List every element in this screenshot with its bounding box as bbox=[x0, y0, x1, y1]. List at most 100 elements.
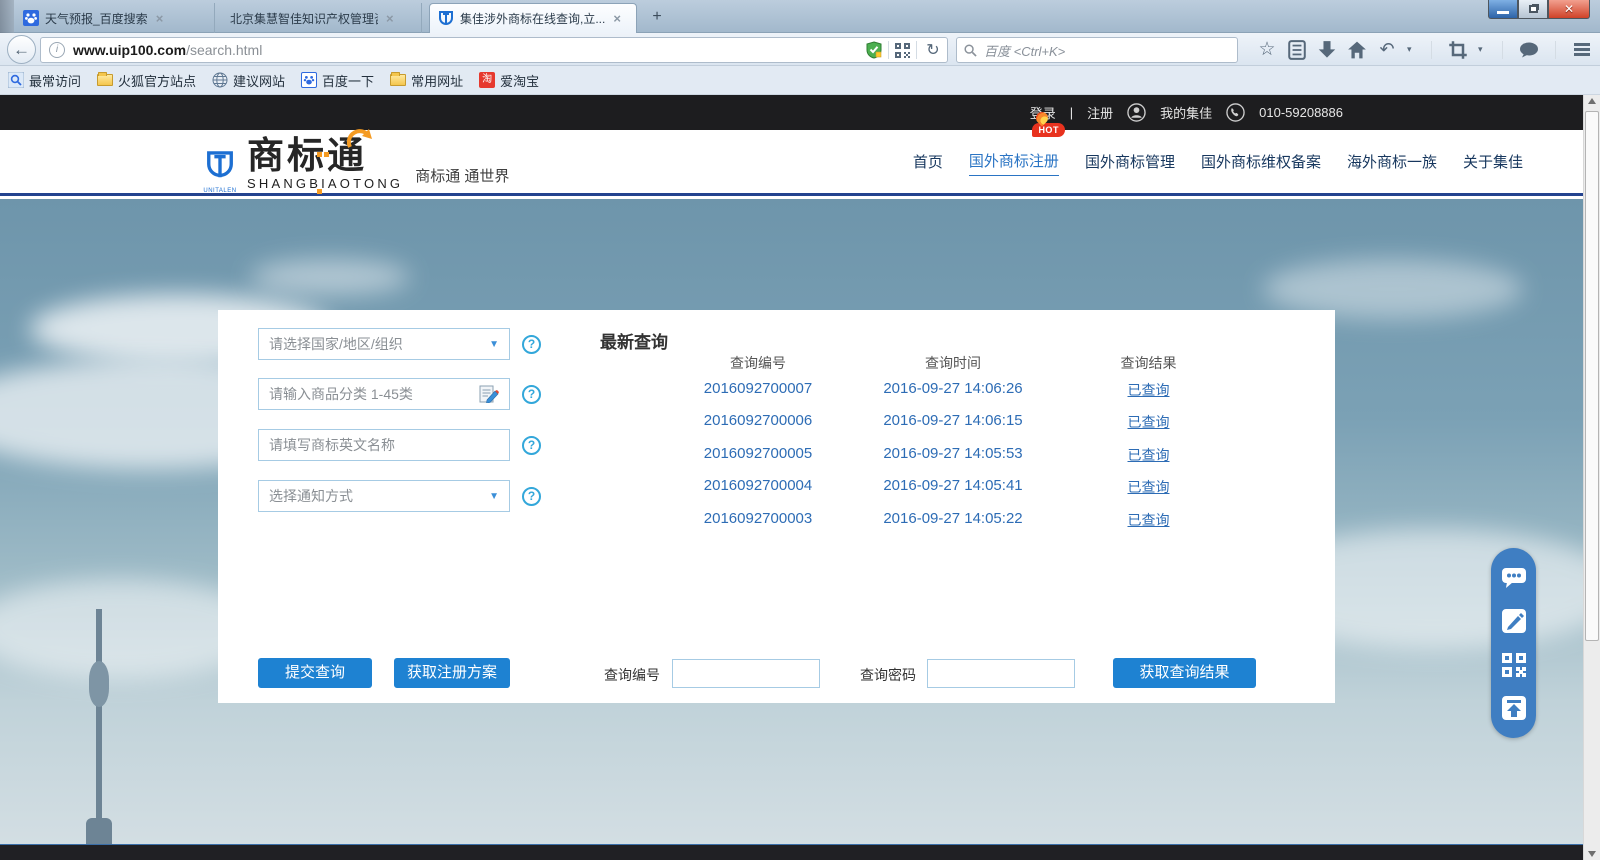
site-topbar: 登录 | 注册 我的集佳 010-59208886 bbox=[0, 95, 1583, 130]
nav-foreign-trademark-registration[interactable]: 国外商标注册 HOT bbox=[969, 150, 1059, 176]
vertical-scrollbar[interactable] bbox=[1583, 95, 1600, 860]
query-id: 2016092700004 bbox=[673, 477, 843, 494]
url-path: /search.html bbox=[186, 42, 262, 58]
queried-link[interactable]: 已查询 bbox=[1128, 447, 1170, 463]
queried-link[interactable]: 已查询 bbox=[1128, 382, 1170, 398]
register-link[interactable]: 注册 bbox=[1087, 103, 1113, 122]
bookmark-suggested-sites[interactable]: 建议网站 bbox=[212, 71, 285, 90]
scroll-up-icon[interactable] bbox=[1588, 98, 1596, 104]
query-time: 2016-09-27 14:05:41 bbox=[858, 477, 1048, 494]
submit-query-button[interactable]: 提交查询 bbox=[258, 658, 372, 688]
window-controls: ✕ bbox=[1488, 0, 1590, 19]
recent-queries-title: 最新查询 bbox=[600, 328, 668, 353]
class-input[interactable]: 请输入商品分类 1-45类 bbox=[258, 378, 510, 410]
tab-close-icon[interactable]: × bbox=[613, 11, 621, 26]
back-to-top-icon[interactable] bbox=[1501, 695, 1527, 721]
bookmarks-list-icon[interactable] bbox=[1287, 40, 1307, 60]
notify-help-icon[interactable]: ? bbox=[522, 487, 541, 506]
page-info-icon[interactable]: i bbox=[49, 42, 65, 58]
menu-hamburger-icon[interactable] bbox=[1572, 40, 1592, 60]
screenshot-tool-icon[interactable] bbox=[1448, 40, 1468, 60]
column-header-id: 查询编号 bbox=[673, 353, 843, 373]
main-nav: 首页 国外商标注册 HOT 国外商标管理 国外商标维权备案 海外商标一族 关于集… bbox=[913, 130, 1523, 196]
chat-bubble-icon[interactable] bbox=[1519, 40, 1539, 60]
queried-link[interactable]: 已查询 bbox=[1128, 512, 1170, 528]
topbar-divider: | bbox=[1070, 105, 1073, 120]
nav-overseas-trademark-family[interactable]: 海外商标一族 bbox=[1347, 151, 1437, 176]
tools-dropdown-icon[interactable]: ▾ bbox=[1478, 44, 1486, 55]
nav-about-unitalen[interactable]: 关于集佳 bbox=[1463, 151, 1523, 176]
nav-rights-protection-filing[interactable]: 国外商标维权备案 bbox=[1201, 151, 1321, 176]
query-status: 已查询 bbox=[1086, 445, 1211, 465]
nav-home[interactable]: 首页 bbox=[913, 151, 943, 176]
column-header-result: 查询结果 bbox=[1086, 353, 1211, 373]
restore-button[interactable] bbox=[1518, 0, 1548, 19]
unitalen-text: UNITALEN bbox=[203, 188, 237, 194]
browser-tab-weather[interactable]: 天气预报_百度搜索 × bbox=[15, 3, 215, 33]
security-shield-icon[interactable] bbox=[866, 41, 882, 59]
browser-tab-active-unitalen[interactable]: 集佳涉外商标在线查询,立... × bbox=[429, 3, 637, 33]
bookmark-firefox-site[interactable]: 火狐官方站点 bbox=[97, 71, 196, 90]
logo-swoosh bbox=[347, 127, 373, 153]
magnifier-icon bbox=[8, 72, 24, 88]
my-account-link[interactable]: 我的集佳 bbox=[1160, 103, 1212, 122]
query-status: 已查询 bbox=[1086, 477, 1211, 497]
bookmark-aitaobao[interactable]: 淘 爱淘宝 bbox=[479, 71, 539, 90]
query-time: 2016-09-27 14:06:26 bbox=[858, 380, 1048, 397]
scroll-down-icon[interactable] bbox=[1588, 851, 1596, 857]
chat-icon[interactable] bbox=[1501, 565, 1527, 591]
folder-icon bbox=[390, 74, 406, 86]
write-message-icon[interactable] bbox=[1501, 608, 1527, 634]
class-help-icon[interactable]: ? bbox=[522, 385, 541, 404]
baidu-paw-icon bbox=[23, 10, 39, 26]
undo-icon[interactable]: ↶ bbox=[1377, 40, 1397, 60]
downloads-icon[interactable] bbox=[1317, 40, 1337, 60]
back-button[interactable]: ← bbox=[7, 35, 36, 64]
get-query-result-button[interactable]: 获取查询结果 bbox=[1113, 658, 1256, 688]
baidu-paw-icon bbox=[301, 72, 317, 88]
trademark-name-input[interactable]: 请填写商标英文名称 bbox=[258, 429, 510, 461]
logo-latin: SHANGBIAOTONG bbox=[247, 177, 403, 190]
name-help-icon[interactable]: ? bbox=[522, 436, 541, 455]
url-domain: www.uip100.com bbox=[73, 42, 186, 58]
queried-link[interactable]: 已查询 bbox=[1128, 414, 1170, 430]
qr-code-icon[interactable] bbox=[1501, 652, 1527, 678]
query-id: 2016092700007 bbox=[673, 380, 843, 397]
query-number-label: 查询编号 bbox=[604, 665, 660, 685]
site-logo[interactable]: UNITALEN 商标通 SHANGBIAOTONG 商标通 通世界 bbox=[203, 137, 509, 190]
tv-tower bbox=[96, 609, 102, 844]
country-help-icon[interactable]: ? bbox=[522, 335, 541, 354]
query-password-input[interactable] bbox=[927, 659, 1075, 688]
notify-method-select[interactable]: 选择通知方式 ▼ bbox=[258, 480, 510, 512]
nav-foreign-trademark-management[interactable]: 国外商标管理 bbox=[1085, 151, 1175, 176]
tab-close-icon[interactable]: × bbox=[156, 11, 164, 26]
country-select[interactable]: 请选择国家/地区/组织 ▼ bbox=[258, 328, 510, 360]
search-bar[interactable]: 百度 <Ctrl+K> bbox=[956, 37, 1238, 63]
site-header: UNITALEN 商标通 SHANGBIAOTONG 商标通 通世界 首页 国外… bbox=[0, 130, 1583, 196]
bookmark-common-sites[interactable]: 常用网址 bbox=[390, 71, 463, 90]
home-icon[interactable] bbox=[1347, 40, 1367, 60]
address-bar[interactable]: i www.uip100.com/search.html ↻ bbox=[40, 37, 948, 63]
phone-number: 010-59208886 bbox=[1259, 105, 1343, 120]
queried-link[interactable]: 已查询 bbox=[1128, 479, 1170, 495]
bookmark-most-visited[interactable]: 最常访问 bbox=[8, 71, 81, 90]
new-tab-button[interactable]: + bbox=[644, 6, 670, 28]
bookmark-star-icon[interactable]: ☆ bbox=[1257, 40, 1277, 60]
history-dropdown-icon[interactable]: ▾ bbox=[1407, 44, 1415, 55]
close-button[interactable]: ✕ bbox=[1548, 0, 1590, 19]
qr-code-icon[interactable] bbox=[895, 43, 910, 58]
edit-pencil-icon[interactable] bbox=[479, 385, 499, 403]
tab-close-icon[interactable]: × bbox=[386, 11, 394, 26]
browser-tab-jihui[interactable]: 北京集慧智佳知识产权管理咨... × bbox=[222, 3, 422, 33]
scrollbar-thumb[interactable] bbox=[1585, 111, 1599, 641]
bookmarks-bar: 最常访问 火狐官方站点 建议网站 百度一下 常用网址 淘 爱淘宝 bbox=[0, 66, 1600, 95]
query-status: 已查询 bbox=[1086, 510, 1211, 530]
bookmark-baidu[interactable]: 百度一下 bbox=[301, 71, 374, 90]
tab-title: 天气预报_百度搜索 bbox=[45, 10, 148, 27]
browser-toolbar: ← i www.uip100.com/search.html ↻ 百度 <Ctr… bbox=[0, 33, 1600, 66]
reload-icon[interactable]: ↻ bbox=[923, 40, 943, 60]
query-number-input[interactable] bbox=[672, 659, 820, 688]
minimize-button[interactable] bbox=[1488, 0, 1518, 19]
get-registration-plan-button[interactable]: 获取注册方案 bbox=[394, 658, 510, 688]
hero-section: 国外商标查询 实时在线 / 快速高效 / 极致省心 / 专业保障 请选择国家/地… bbox=[0, 199, 1583, 844]
